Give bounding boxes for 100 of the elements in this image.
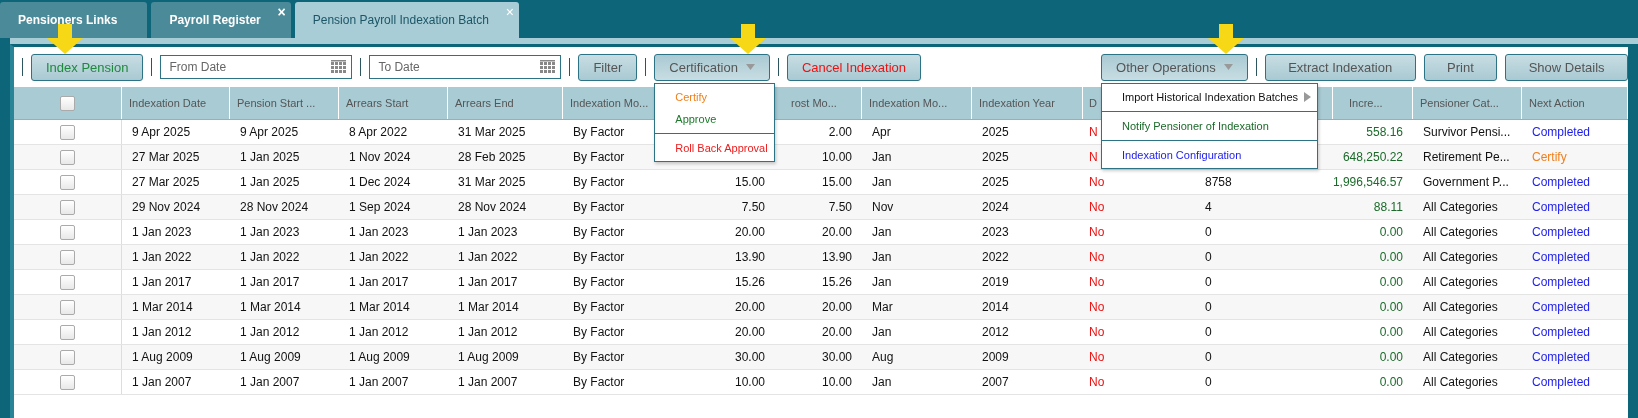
- table-cell: 30.00: [734, 350, 765, 364]
- table-cell: 1 Mar 2014: [240, 300, 301, 314]
- close-icon[interactable]: ×: [277, 4, 286, 20]
- menu-item[interactable]: Indexation Configuration: [1102, 143, 1318, 166]
- menu-item[interactable]: Approve: [655, 107, 774, 130]
- column-header[interactable]: Indexation Year: [979, 97, 1055, 109]
- table-cell: N: [1089, 125, 1098, 139]
- toolbar-button[interactable]: Cancel Indexation: [786, 53, 921, 81]
- table-cell: 28 Nov 2024: [458, 200, 527, 214]
- table-cell: 1 Jan 2012: [349, 325, 409, 339]
- table-cell: Government P...: [1423, 175, 1509, 189]
- table-cell: 10.00: [821, 375, 852, 389]
- checkbox[interactable]: [60, 249, 75, 265]
- table-cell: By Factor: [573, 200, 625, 214]
- action-link[interactable]: Completed: [1532, 325, 1591, 339]
- dropdown-button[interactable]: Certification: [654, 53, 770, 81]
- table-cell: Nov: [872, 200, 894, 214]
- calendar-icon[interactable]: [331, 60, 348, 74]
- checkbox[interactable]: [60, 124, 75, 140]
- table-cell: 1 Jan 2022: [349, 250, 409, 264]
- action-link[interactable]: Completed: [1532, 375, 1591, 389]
- column-header[interactable]: Arrears End: [455, 97, 514, 109]
- table-cell: 10.00: [821, 150, 852, 164]
- action-link[interactable]: Completed: [1532, 175, 1591, 189]
- menu-item[interactable]: Notify Pensioner of Indexation: [1102, 114, 1318, 137]
- table-cell: 8 Apr 2022: [349, 125, 408, 139]
- table-cell: No: [1089, 300, 1105, 314]
- table-cell: By Factor: [573, 300, 625, 314]
- checkbox[interactable]: [60, 174, 75, 190]
- action-link[interactable]: Completed: [1532, 225, 1591, 239]
- action-link[interactable]: Completed: [1532, 350, 1591, 364]
- date-picker[interactable]: From Date: [160, 55, 353, 79]
- toolbar-button[interactable]: Show Details: [1505, 53, 1628, 81]
- checkbox[interactable]: [60, 199, 75, 215]
- action-link[interactable]: Completed: [1532, 275, 1591, 289]
- table-cell: 2024: [982, 200, 1009, 214]
- table-cell: All Categories: [1423, 225, 1498, 239]
- calendar-icon[interactable]: [540, 60, 557, 74]
- table-cell: 20.00: [734, 300, 765, 314]
- table-cell: 30.00: [821, 350, 852, 364]
- toolbar-button[interactable]: Filter: [578, 53, 638, 81]
- action-link[interactable]: Completed: [1532, 300, 1591, 314]
- tab[interactable]: Payroll Register ×: [151, 2, 291, 38]
- table-cell: 1 Jan 2017: [349, 275, 409, 289]
- table-cell: 1 Jan 2017: [458, 275, 518, 289]
- column-header[interactable]: Indexation Mo...: [570, 97, 649, 109]
- caret-icon: [745, 64, 755, 70]
- action-link[interactable]: Certify: [1532, 150, 1567, 164]
- table-cell: 0.00: [1379, 325, 1403, 339]
- table-cell: 27 Mar 2025: [132, 150, 200, 164]
- dropdown-button[interactable]: Other Operations: [1101, 53, 1248, 81]
- table-cell: 88.11: [1373, 200, 1403, 214]
- action-link[interactable]: Completed: [1532, 250, 1591, 264]
- column-header[interactable]: Incre...: [1349, 97, 1383, 109]
- column-header[interactable]: Next Action: [1529, 97, 1585, 109]
- checkbox[interactable]: [60, 324, 75, 340]
- checkbox[interactable]: [60, 374, 75, 390]
- table-cell: By Factor: [573, 225, 625, 239]
- column-header[interactable]: rost Mo...: [791, 97, 837, 109]
- column-header[interactable]: Arrears Start: [346, 97, 409, 109]
- toolbar-button[interactable]: Index Pension: [31, 53, 144, 81]
- column-header[interactable]: D: [1089, 97, 1097, 109]
- table-cell: 1,996,546.57: [1332, 175, 1403, 189]
- checkbox[interactable]: [60, 149, 75, 165]
- table-cell: No: [1089, 350, 1105, 364]
- table-cell: 7.50: [741, 200, 765, 214]
- column-header[interactable]: Pension Start ...: [237, 97, 316, 109]
- table-cell: 1 Jan 2022: [458, 250, 518, 264]
- menu-item[interactable]: Certify: [655, 85, 774, 108]
- checkbox[interactable]: [60, 224, 75, 240]
- toolbar-button[interactable]: Extract Indexation: [1264, 53, 1416, 81]
- checkbox[interactable]: [60, 274, 75, 290]
- table-cell: 2009: [982, 350, 1009, 364]
- menu-item[interactable]: Import Historical Indexation Batches: [1102, 85, 1318, 108]
- table-cell: No: [1089, 200, 1105, 214]
- checkbox[interactable]: [60, 95, 75, 111]
- table-cell: No: [1089, 325, 1105, 339]
- action-link[interactable]: Completed: [1532, 125, 1591, 139]
- table-cell: Jan: [872, 225, 892, 239]
- table-cell: Apr: [872, 125, 891, 139]
- checkbox[interactable]: [60, 299, 75, 315]
- table-cell: 10.00: [734, 375, 765, 389]
- column-header[interactable]: Pensioner Cat...: [1420, 97, 1499, 109]
- column-header[interactable]: Indexation Mo...: [869, 97, 948, 109]
- date-picker[interactable]: To Date: [369, 55, 562, 79]
- checkbox[interactable]: [60, 349, 75, 365]
- table-cell: 0.00: [1379, 225, 1403, 239]
- tab[interactable]: Pensioners Links: [0, 2, 148, 38]
- table-cell: 1 Jan 2023: [458, 225, 518, 239]
- action-link[interactable]: Completed: [1532, 200, 1591, 214]
- toolbar-button[interactable]: Print: [1423, 53, 1498, 81]
- table-cell: 2022: [982, 250, 1009, 264]
- table-cell: 1 Jan 2007: [458, 375, 518, 389]
- table-cell: 2.00: [828, 125, 852, 139]
- table-cell: All Categories: [1423, 325, 1498, 339]
- menu-item[interactable]: Roll Back Approval: [655, 136, 774, 159]
- tab[interactable]: Pension Payroll Indexation Batch ×: [294, 2, 519, 38]
- column-header[interactable]: Indexation Date: [129, 97, 207, 109]
- table-cell: 1 Jan 2023: [240, 225, 300, 239]
- table-cell: By Factor: [573, 275, 625, 289]
